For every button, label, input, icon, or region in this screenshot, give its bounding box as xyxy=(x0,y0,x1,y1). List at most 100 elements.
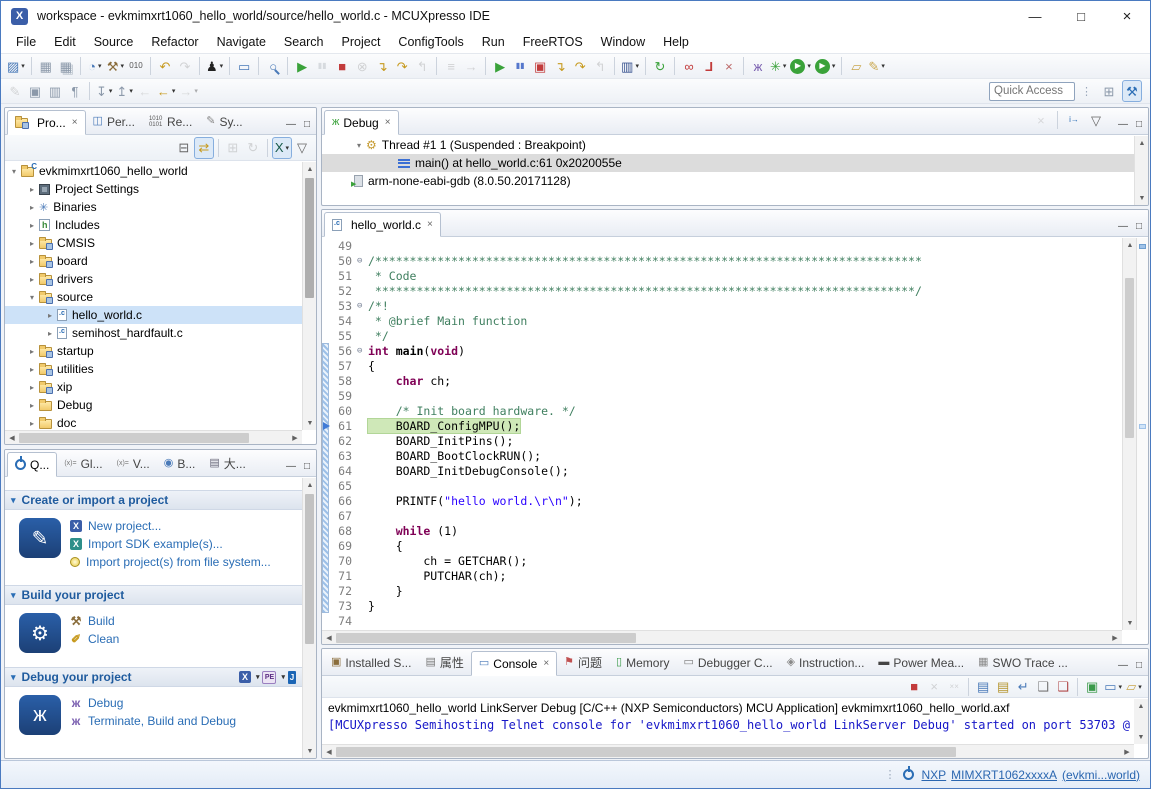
dropdown-arrow-icon[interactable]: ▾ xyxy=(807,62,811,70)
code-line-54[interactable]: 54 * @brief Main function xyxy=(322,313,1122,328)
project-tree-hscrollbar[interactable]: ◀ ▶ xyxy=(5,430,302,444)
terminate-icon[interactable]: ■ xyxy=(332,55,352,77)
tree-item-binaries[interactable]: ▸Binaries xyxy=(5,198,302,216)
maximize-panel-icon[interactable]: □ xyxy=(1136,221,1142,232)
section-collapse-icon[interactable]: ▾ xyxy=(11,495,16,506)
expand-icon[interactable]: ▸ xyxy=(25,203,39,212)
tree-item-cmsis[interactable]: ▸CMSIS xyxy=(5,234,302,252)
quickstart-link-new-project[interactable]: XNew project... xyxy=(70,517,271,535)
dropdown-arrow-icon[interactable]: ▾ xyxy=(635,62,639,70)
dropdown-arrow-icon[interactable]: ▾ xyxy=(832,62,836,70)
scroll-lock-icon[interactable]: ▤ xyxy=(993,676,1013,698)
scroll-down-icon[interactable]: ▼ xyxy=(1134,730,1148,744)
code-line-57[interactable]: 57{ xyxy=(322,358,1122,373)
pencil-icon[interactable]: ✎ xyxy=(5,80,25,102)
section-header-build-your-project[interactable]: ▾Build your project xyxy=(5,585,302,605)
quickstart-link-clean[interactable]: ✐Clean xyxy=(70,630,119,648)
fold-icon[interactable]: ⊖ xyxy=(357,256,368,266)
close-icon[interactable]: × xyxy=(385,117,391,128)
menu-file[interactable]: File xyxy=(7,33,45,51)
tree-item-evkmimxrt1060-hello-world[interactable]: ▾evkmimxrt1060_hello_world xyxy=(5,162,302,180)
refresh-icon[interactable]: ↻ xyxy=(650,55,670,77)
dropdown-arrow-icon[interactable]: ▾ xyxy=(21,62,25,70)
terminate-all-icon[interactable]: ▣ xyxy=(530,55,550,77)
step-over-icon[interactable]: ↷ xyxy=(392,55,412,77)
dropdown-arrow-icon[interactable]: ▾ xyxy=(194,87,198,95)
previous-edit-location-icon[interactable]: ↥▾ xyxy=(114,80,134,102)
code-line-59[interactable]: 59 xyxy=(322,388,1122,403)
scroll-up-icon[interactable]: ▲ xyxy=(1135,136,1149,150)
debug-vscrollbar[interactable]: ▲ ▼ xyxy=(1134,136,1148,205)
close-icon[interactable]: × xyxy=(543,658,549,669)
sdk-book-icon[interactable]: ▥▾ xyxy=(619,55,641,77)
inspect-icon[interactable]: ○ xyxy=(263,55,283,77)
remove-launch-icon[interactable]: × xyxy=(924,676,944,698)
expand-icon[interactable]: ▸ xyxy=(43,311,57,320)
menu-freertos[interactable]: FreeRTOS xyxy=(514,33,592,51)
word-wrap-icon[interactable]: ↵ xyxy=(1013,676,1033,698)
maximize-panel-icon[interactable]: □ xyxy=(304,461,310,472)
scroll-down-icon[interactable]: ▼ xyxy=(303,744,317,758)
expand-icon[interactable]: ▸ xyxy=(25,365,39,374)
show-stdout-icon[interactable]: ❑ xyxy=(1033,676,1053,698)
dropdown-arrow-icon[interactable]: ▾ xyxy=(172,87,176,95)
suspend-all-icon[interactable]: ▮▮ xyxy=(510,55,530,77)
section-collapse-icon[interactable]: ▾ xyxy=(11,672,16,683)
menu-help[interactable]: Help xyxy=(654,33,698,51)
disconnect-icon[interactable]: ⊗ xyxy=(352,55,372,77)
expand-icon[interactable]: ▸ xyxy=(25,185,39,194)
menu-search[interactable]: Search xyxy=(275,33,333,51)
dropdown-arrow-icon[interactable]: ▾ xyxy=(1118,683,1122,691)
minimize-panel-icon[interactable]: — xyxy=(1118,221,1128,232)
scroll-down-icon[interactable]: ▼ xyxy=(1135,191,1149,205)
expand-icon[interactable]: ▸ xyxy=(25,419,39,428)
collapse-all-icon[interactable]: ⊟ xyxy=(174,137,194,159)
scroll-down-icon[interactable]: ▼ xyxy=(303,416,317,430)
debug-bug-icon[interactable]: ж xyxy=(748,55,768,77)
dropdown-arrow-icon[interactable]: ▾ xyxy=(281,673,285,681)
group-step-return-icon[interactable]: ↰ xyxy=(590,55,610,77)
tab-大[interactable]: ▤大... xyxy=(202,451,252,476)
tree-item-semihost-hardfault-c[interactable]: ▸semihost_hardfault.c xyxy=(5,324,302,342)
show-stderr-icon[interactable]: ❑ xyxy=(1053,676,1073,698)
section-collapse-icon[interactable]: ▾ xyxy=(11,590,16,601)
tab-per[interactable]: ◫Per... xyxy=(86,109,142,134)
jlink-probe-icon[interactable]: J xyxy=(288,671,296,684)
expand-icon[interactable]: ▸ xyxy=(25,257,39,266)
terminate-icon[interactable]: ■ xyxy=(904,676,924,698)
binary-file-icon[interactable]: 010 xyxy=(126,55,146,77)
scroll-left-icon[interactable]: ◀ xyxy=(5,431,19,445)
forward-icon[interactable]: →▾ xyxy=(177,80,200,102)
terminal-icon[interactable]: ▭ xyxy=(234,55,254,77)
dropdown-arrow-icon[interactable]: ▾ xyxy=(256,673,260,681)
develop-perspective-icon[interactable]: ⚒ xyxy=(1122,80,1142,102)
editor-hscrollbar[interactable]: ◀ ▶ xyxy=(322,630,1122,644)
menu-configtools[interactable]: ConfigTools xyxy=(389,33,472,51)
scroll-thumb[interactable] xyxy=(19,433,249,443)
expand-icon[interactable]: ▸ xyxy=(25,275,39,284)
menu-source[interactable]: Source xyxy=(85,33,143,51)
status-link-nxp[interactable]: NXP xyxy=(921,768,946,782)
code-line-49[interactable]: 49 xyxy=(322,238,1122,253)
quick-access-input[interactable] xyxy=(989,82,1075,101)
power-icon[interactable] xyxy=(903,769,914,780)
clear-console-icon[interactable]: ▤ xyxy=(973,676,993,698)
quickstart-link-import-sdk-example-s[interactable]: XImport SDK example(s)... xyxy=(70,535,271,553)
tree-item-board[interactable]: ▸board xyxy=(5,252,302,270)
show-whitespace-icon[interactable]: ¶ xyxy=(65,80,85,102)
dropdown-arrow-icon[interactable]: ▾ xyxy=(109,87,113,95)
tab-instruction[interactable]: ◈Instruction... xyxy=(780,650,872,675)
tab-debug[interactable]: жDebug× xyxy=(324,110,399,135)
tree-item-utilities[interactable]: ▸utilities xyxy=(5,360,302,378)
quickstart-link-terminate-build-and-debug[interactable]: жTerminate, Build and Debug xyxy=(70,712,236,730)
pemicro-probe-icon[interactable]: PE xyxy=(262,671,276,684)
view-menu-icon[interactable]: ▽ xyxy=(292,137,312,159)
close-icon[interactable]: × xyxy=(72,117,78,128)
tab-问题[interactable]: ⚑问题 xyxy=(557,650,609,675)
code-line-50[interactable]: 50⊖/************************************… xyxy=(322,253,1122,268)
fold-icon[interactable]: ⊖ xyxy=(357,346,368,356)
refresh-tree-icon[interactable]: ↻ xyxy=(243,137,263,159)
menu-refactor[interactable]: Refactor xyxy=(142,33,207,51)
code-line-69[interactable]: 69 { xyxy=(322,538,1122,553)
overview-marker[interactable] xyxy=(1139,424,1146,429)
